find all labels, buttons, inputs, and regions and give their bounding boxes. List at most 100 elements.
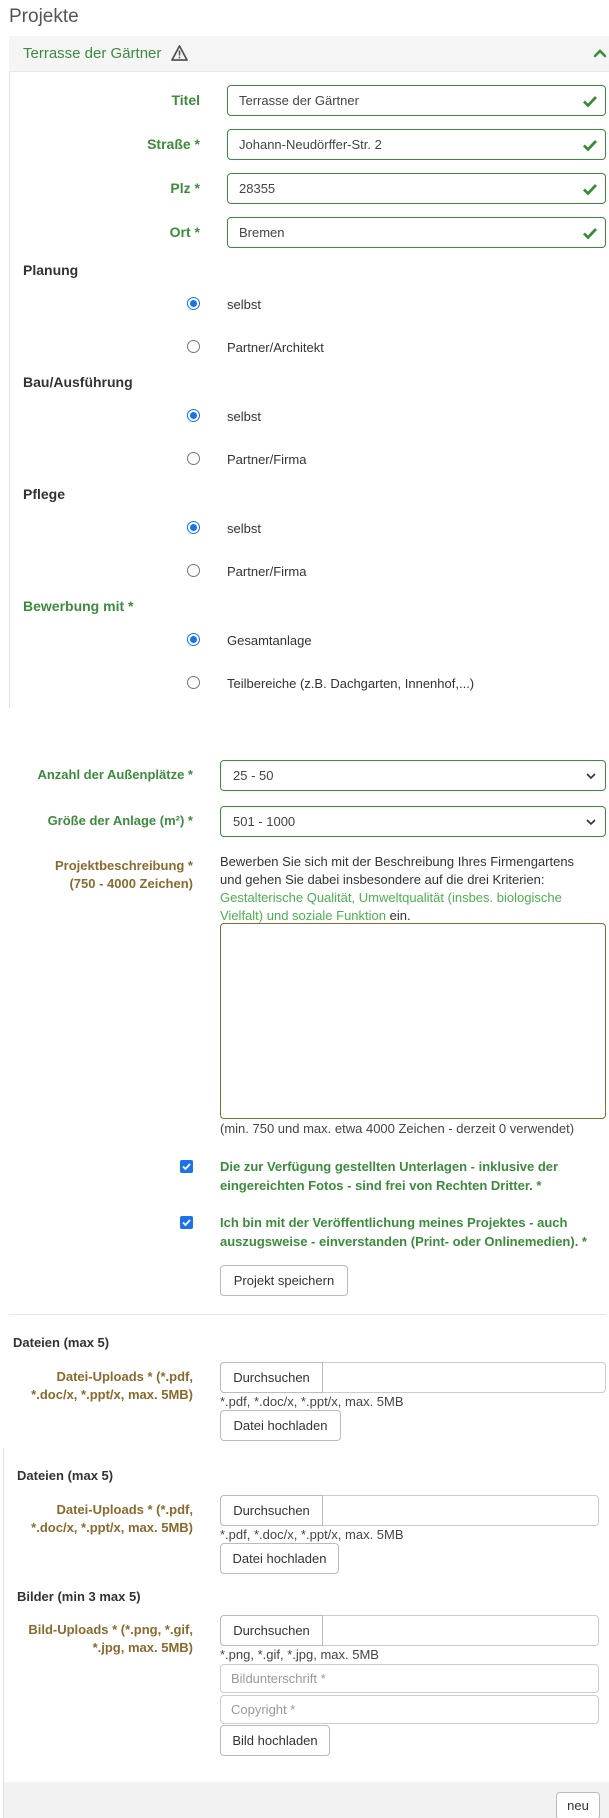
datei-file-input-1[interactable]: Durchsuchen [220,1362,606,1393]
bewerbung-radio-gesamt[interactable] [187,633,200,646]
intro-suffix: ein. [386,908,411,923]
titel-input[interactable]: Terrasse der Gärtner [227,85,606,116]
divider [9,1314,606,1315]
datei-hochladen-button-2[interactable]: Datei hochladen [220,1543,339,1574]
chevron-up-icon[interactable] [593,47,607,62]
lower-panel [3,1448,4,1818]
link-umweltqualitaet[interactable]: Umweltqualität (insbes. biologische [359,890,562,905]
planung-radio-partner[interactable] [187,340,200,353]
link-soziale-funktion[interactable]: soziale Funktion [292,908,386,923]
ort-value: Bremen [239,225,285,240]
datei-upload-label-1-line2: *.doc/x, *.ppt/x, max. 5MB) [31,1387,193,1402]
link-umweltqualitaet-cont[interactable]: Vielfalt) [220,908,263,923]
rechte-checkbox[interactable] [180,1160,193,1173]
label-titel: Titel [171,92,200,108]
bewerbung-radio-teil[interactable] [187,676,200,689]
valid-check-icon [583,96,598,108]
planung-option-selbst: selbst [227,297,261,312]
save-project-button[interactable]: Projekt speichern [220,1265,348,1296]
datei-upload-label-2: Datei-Uploads * (*.pdf, *.doc/x, *.ppt/x… [31,1501,193,1537]
bewerbung-heading: Bewerbung mit * [23,598,134,614]
intro-line2: und gehen Sie dabei insbesondere auf die… [220,872,545,887]
planung-radio-selbst[interactable] [187,297,200,310]
rechte-label-line2: eingereichten Fotos - sind frei von Rech… [220,1178,542,1193]
dateien-heading-1: Dateien (max 5) [13,1335,110,1350]
ort-input[interactable]: Bremen [227,217,606,248]
label-groesse: Größe der Anlage (m²) * [47,813,193,828]
browse-button[interactable]: Durchsuchen [220,1495,323,1526]
panel-header[interactable]: Terrasse der Gärtner [9,36,609,72]
planung-heading: Planung [23,262,79,278]
strasse-value: Johann-Neudörffer-Str. 2 [239,137,382,152]
planung-option-partner: Partner/Architekt [227,340,324,355]
browse-button[interactable]: Durchsuchen [220,1615,323,1646]
titel-value: Terrasse der Gärtner [239,93,359,108]
bewerbung-option-teil: Teilbereiche (z.B. Dachgarten, Innenhof,… [227,676,475,691]
panel-title: Terrasse der Gärtner [23,45,162,62]
pflege-option-selbst: selbst [227,521,261,536]
dateien-heading-2: Dateien (max 5) [17,1468,114,1483]
bildunterschrift-input[interactable]: Bildunterschrift * [220,1664,599,1693]
datei-hint-1: *.pdf, *.doc/x, *.ppt/x, max. 5MB [220,1394,404,1409]
bild-upload-label: Bild-Uploads * (*.png, *.gif, *.jpg, max… [28,1621,193,1657]
datei-hochladen-button-1[interactable]: Datei hochladen [220,1410,341,1441]
beschreibung-intro: Bewerben Sie sich mit der Beschreibung I… [220,853,606,925]
label-beschreibung-line2: (750 - 4000 Zeichen) [69,876,193,891]
chevron-down-icon [586,819,596,826]
datei-hint-2: *.pdf, *.doc/x, *.ppt/x, max. 5MB [220,1527,404,1542]
label-strasse: Straße * [147,136,200,152]
valid-check-icon [583,228,598,240]
pflege-heading: Pflege [23,486,66,502]
bewerbung-option-gesamt: Gesamtanlage [227,633,312,648]
groesse-select[interactable]: 501 - 1000 [220,806,606,837]
browse-button[interactable]: Durchsuchen [220,1362,323,1393]
beschreibung-textarea[interactable] [220,923,606,1119]
copyright-input[interactable]: Copyright * [220,1695,599,1724]
aussenplaetze-select[interactable]: 25 - 50 [220,760,606,791]
link-gestalterische-qualitaet[interactable]: Gestalterische Qualität [220,890,352,905]
beschreibung-counter: (min. 750 und max. etwa 4000 Zeichen - d… [220,1121,575,1136]
bau-radio-selbst[interactable] [187,409,200,422]
intro-separator: und [263,908,293,923]
label-aussenplaetze: Anzahl der Außenplätze * [37,767,193,782]
veroeff-label-line1: Ich bin mit der Veröffentlichung meines … [220,1215,568,1230]
pflege-radio-partner[interactable] [187,564,200,577]
bau-heading: Bau/Ausführung [23,374,133,390]
strasse-input[interactable]: Johann-Neudörffer-Str. 2 [227,129,606,160]
bau-option-partner: Partner/Firma [227,452,307,467]
datei-upload-label-2-line1: Datei-Uploads * (*.pdf, [56,1502,193,1517]
aussenplaetze-value: 25 - 50 [233,768,274,783]
rechte-label: Die zur Verfügung gestellten Unterlagen … [220,1157,558,1195]
datei-file-input-2[interactable]: Durchsuchen [220,1495,599,1526]
veroeffentlichung-checkbox[interactable] [180,1216,193,1229]
footer-bar [4,1782,609,1818]
bilder-heading: Bilder (min 3 max 5) [17,1589,141,1604]
veroeffentlichung-label: Ich bin mit der Veröffentlichung meines … [220,1213,587,1251]
datei-upload-label-2-line2: *.doc/x, *.ppt/x, max. 5MB) [31,1520,193,1535]
intro-line1: Bewerben Sie sich mit der Beschreibung I… [220,854,575,869]
page-title: Projekte [9,6,79,27]
datei-upload-label-1-line1: Datei-Uploads * (*.pdf, [56,1369,193,1384]
bild-upload-label-line2: *.jpg, max. 5MB) [92,1640,193,1655]
label-beschreibung: Projektbeschreibung * (750 - 4000 Zeiche… [55,857,193,893]
valid-check-icon [583,184,598,196]
intro-separator: , [351,890,359,905]
rechte-label-line1: Die zur Verfügung gestellten Unterlagen … [220,1159,559,1174]
pflege-radio-selbst[interactable] [187,521,200,534]
warning-triangle-icon [171,45,188,64]
label-ort: Ort * [169,224,200,240]
bild-upload-label-line1: Bild-Uploads * (*.png, *.gif, [28,1622,193,1637]
pflege-option-partner: Partner/Firma [227,564,307,579]
datei-upload-label-1: Datei-Uploads * (*.pdf, *.doc/x, *.ppt/x… [31,1368,193,1404]
bild-hochladen-button[interactable]: Bild hochladen [220,1725,330,1756]
plz-value: 28355 [239,181,276,196]
bild-file-input[interactable]: Durchsuchen [220,1615,599,1646]
veroeff-label-line2: auszugsweise - einverstanden (Print- ode… [220,1234,587,1249]
groesse-value: 501 - 1000 [233,814,296,829]
chevron-down-icon [586,773,596,780]
label-plz: Plz * [170,180,200,196]
bau-radio-partner[interactable] [187,452,200,465]
label-beschreibung-line1: Projektbeschreibung * [55,858,193,873]
new-button[interactable]: neu [556,1792,600,1818]
plz-input[interactable]: 28355 [227,173,606,204]
